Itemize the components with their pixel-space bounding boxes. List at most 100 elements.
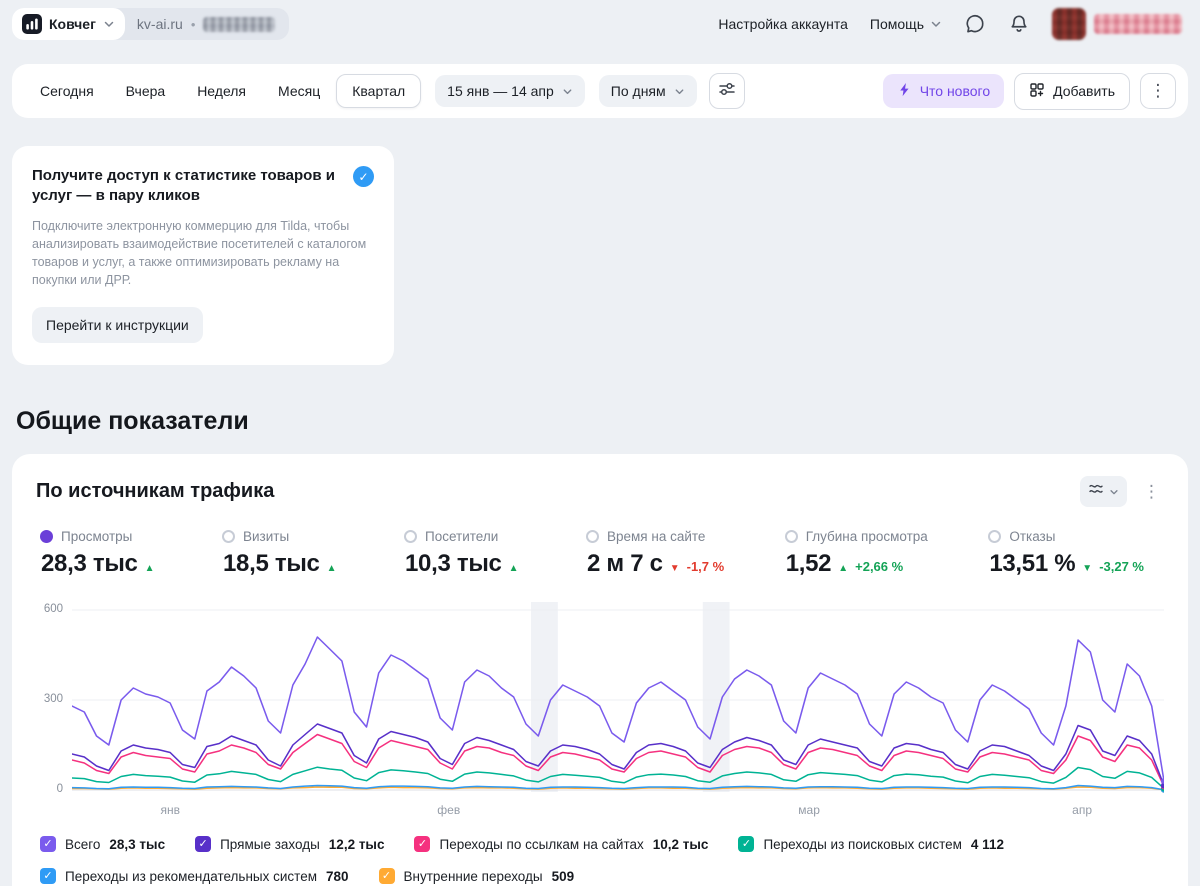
account-settings-link[interactable]: Настройка аккаунта bbox=[718, 16, 848, 32]
user-menu[interactable] bbox=[1052, 8, 1182, 40]
widget-controls: ⋮ bbox=[1080, 476, 1164, 507]
metric-value: 2 м 7 с bbox=[587, 550, 663, 577]
metric-tab-time-on-site[interactable]: Время на сайте 2 м 7 с ▼ -1,7 % bbox=[586, 529, 724, 578]
metric-value: 10,3 тыс bbox=[405, 550, 502, 577]
metric-tab-visitors[interactable]: Посетители 10,3 тыс ▲ bbox=[404, 529, 525, 578]
metric-value: 18,5 тыс bbox=[223, 550, 320, 577]
legend-value: 4 112 bbox=[970, 836, 1004, 852]
metric-tab-views[interactable]: Просмотры 28,3 тыс ▲ bbox=[40, 529, 161, 578]
promo-instruction-button[interactable]: Перейти к инструкции bbox=[32, 307, 203, 343]
domain-separator: • bbox=[190, 16, 196, 32]
metrica-logo-icon bbox=[22, 14, 42, 34]
legend-label: Прямые заходы bbox=[220, 836, 320, 852]
granularity-value: По дням bbox=[610, 83, 666, 99]
legend-item-total[interactable]: Всего 28,3 тыс bbox=[40, 836, 165, 852]
grid-plus-icon bbox=[1029, 82, 1045, 101]
metric-radio bbox=[988, 530, 1002, 543]
whats-new-label: Что нового bbox=[919, 83, 991, 99]
toolbar-menu-button[interactable]: ⋮ bbox=[1140, 73, 1176, 109]
metric-radio bbox=[222, 530, 235, 543]
legend-item-search-engines[interactable]: Переходы из поисковых систем 4 112 bbox=[738, 836, 1004, 852]
metric-tab-visits[interactable]: Визиты 18,5 тыс ▲ bbox=[222, 529, 343, 578]
metric-value: 1,52 bbox=[785, 550, 832, 577]
metric-delta: +2,66 % bbox=[855, 559, 904, 574]
help-menu[interactable]: Помощь bbox=[870, 16, 942, 32]
counter-name: Ковчег bbox=[49, 16, 96, 32]
period-tab-today[interactable]: Сегодня bbox=[24, 74, 110, 108]
legend-label: Переходы по ссылкам на сайтах bbox=[439, 836, 644, 852]
legend-checkbox[interactable] bbox=[40, 868, 56, 884]
counter-area: Ковчег kv-ai.ru • bbox=[12, 8, 290, 40]
sliders-icon bbox=[718, 80, 736, 103]
legend-label: Всего bbox=[65, 836, 101, 852]
legend-checkbox[interactable] bbox=[378, 868, 395, 884]
period-tab-month[interactable]: Месяц bbox=[262, 74, 336, 108]
legend-item-site-links[interactable]: Переходы по ссылкам на сайтах 10,2 тыс bbox=[414, 836, 708, 852]
legend-checkbox[interactable] bbox=[414, 836, 431, 852]
censored-user-name bbox=[1094, 14, 1182, 34]
widget-menu-button[interactable]: ⋮ bbox=[1139, 480, 1164, 504]
y-axis-label: 600 bbox=[43, 603, 63, 615]
ecommerce-promo-card: Получите доступ к статистике товаров и у… bbox=[12, 146, 394, 365]
period-tab-quarter[interactable]: Квартал bbox=[336, 74, 422, 108]
section-title: Общие показатели bbox=[16, 407, 249, 435]
chart-legend: Всего 28,3 тыс Прямые заходы 12,2 тыс Пе… bbox=[40, 836, 1164, 884]
help-label: Помощь bbox=[869, 16, 924, 32]
metric-radio bbox=[404, 530, 417, 543]
metric-label: Просмотры bbox=[61, 529, 133, 544]
granularity-select[interactable]: По дням bbox=[598, 75, 697, 107]
traffic-sources-widget: По источникам трафика ⋮ Просмотры 28,3 т… bbox=[12, 454, 1188, 886]
trend-arrow-icon: ▲ bbox=[508, 563, 519, 574]
metric-value: 28,3 тыс bbox=[41, 550, 138, 577]
site-domain[interactable]: kv-ai.ru bbox=[137, 16, 183, 32]
legend-label: Переходы из рекомендательных систем bbox=[65, 868, 317, 884]
legend-item-internal[interactable]: Внутренние переходы 509 bbox=[378, 868, 575, 884]
notifications-bell-icon[interactable] bbox=[1008, 13, 1030, 35]
legend-value: 28,3 тыс bbox=[109, 836, 166, 852]
date-range-select[interactable]: 15 янв — 14 апр bbox=[435, 75, 585, 107]
trend-arrow-icon: ▼ bbox=[669, 563, 680, 574]
metric-radio bbox=[784, 530, 798, 543]
metric-radio bbox=[586, 530, 599, 543]
legend-value: 12,2 тыс bbox=[328, 836, 385, 852]
segments-filter-button[interactable] bbox=[708, 73, 745, 109]
legend-value: 780 bbox=[326, 868, 349, 884]
x-axis: янв фев мар апр bbox=[72, 798, 1164, 820]
trend-arrow-icon: ▲ bbox=[838, 563, 849, 574]
period-controls: Сегодня Вчера Неделя Месяц Квартал 15 ян… bbox=[24, 73, 745, 109]
traffic-line-chart[interactable] bbox=[72, 602, 1164, 798]
line-chart-plot[interactable] bbox=[72, 602, 1164, 798]
legend-value: 509 bbox=[551, 868, 575, 884]
add-label: Добавить bbox=[1053, 83, 1115, 99]
period-tab-yesterday[interactable]: Вчера bbox=[110, 74, 182, 108]
toolbar-actions: Что нового Добавить ⋮ bbox=[882, 72, 1176, 110]
period-tab-week[interactable]: Неделя bbox=[181, 74, 262, 108]
legend-item-recommendation-systems[interactable]: Переходы из рекомендательных систем 780 bbox=[40, 868, 349, 884]
x-axis-label: мар bbox=[798, 803, 820, 817]
chat-icon[interactable] bbox=[964, 13, 986, 35]
metric-value: 13,51 % bbox=[989, 550, 1076, 577]
legend-value: 10,2 тыс bbox=[652, 836, 709, 852]
x-axis-label: апр bbox=[1072, 803, 1093, 817]
legend-checkbox[interactable] bbox=[738, 836, 755, 852]
trend-arrow-icon: ▼ bbox=[1082, 563, 1093, 574]
lightning-icon bbox=[897, 82, 912, 100]
chevron-down-icon bbox=[1109, 487, 1119, 497]
add-widget-button[interactable]: Добавить bbox=[1014, 72, 1130, 110]
metric-label: Время на сайте bbox=[607, 529, 706, 544]
legend-label: Переходы из поисковых систем bbox=[763, 836, 962, 852]
topbar-actions: Настройка аккаунта Помощь bbox=[718, 8, 1182, 40]
metric-tab-bounce-rate[interactable]: Отказы 13,51 % ▼ -3,27 % bbox=[988, 529, 1144, 578]
whats-new-button[interactable]: Что нового bbox=[882, 74, 1005, 108]
metric-tabs: Просмотры 28,3 тыс ▲ Визиты 18,5 тыс ▲ П bbox=[40, 529, 1144, 578]
date-toolbar: Сегодня Вчера Неделя Месяц Квартал 15 ян… bbox=[12, 64, 1188, 118]
chart-type-select[interactable] bbox=[1080, 476, 1127, 507]
metric-tab-depth[interactable]: Глубина просмотра 1,52 ▲ +2,66 % bbox=[784, 529, 928, 578]
metric-delta: -1,7 % bbox=[686, 559, 725, 574]
legend-item-direct[interactable]: Прямые заходы 12,2 тыс bbox=[195, 836, 384, 852]
legend-checkbox[interactable] bbox=[40, 836, 56, 852]
account-settings-label: Настройка аккаунта bbox=[718, 16, 848, 32]
counter-switcher[interactable]: Ковчег bbox=[12, 8, 125, 40]
legend-checkbox[interactable] bbox=[195, 836, 212, 852]
topbar: Ковчег kv-ai.ru • Настройка аккаунта Пом… bbox=[0, 0, 1200, 48]
